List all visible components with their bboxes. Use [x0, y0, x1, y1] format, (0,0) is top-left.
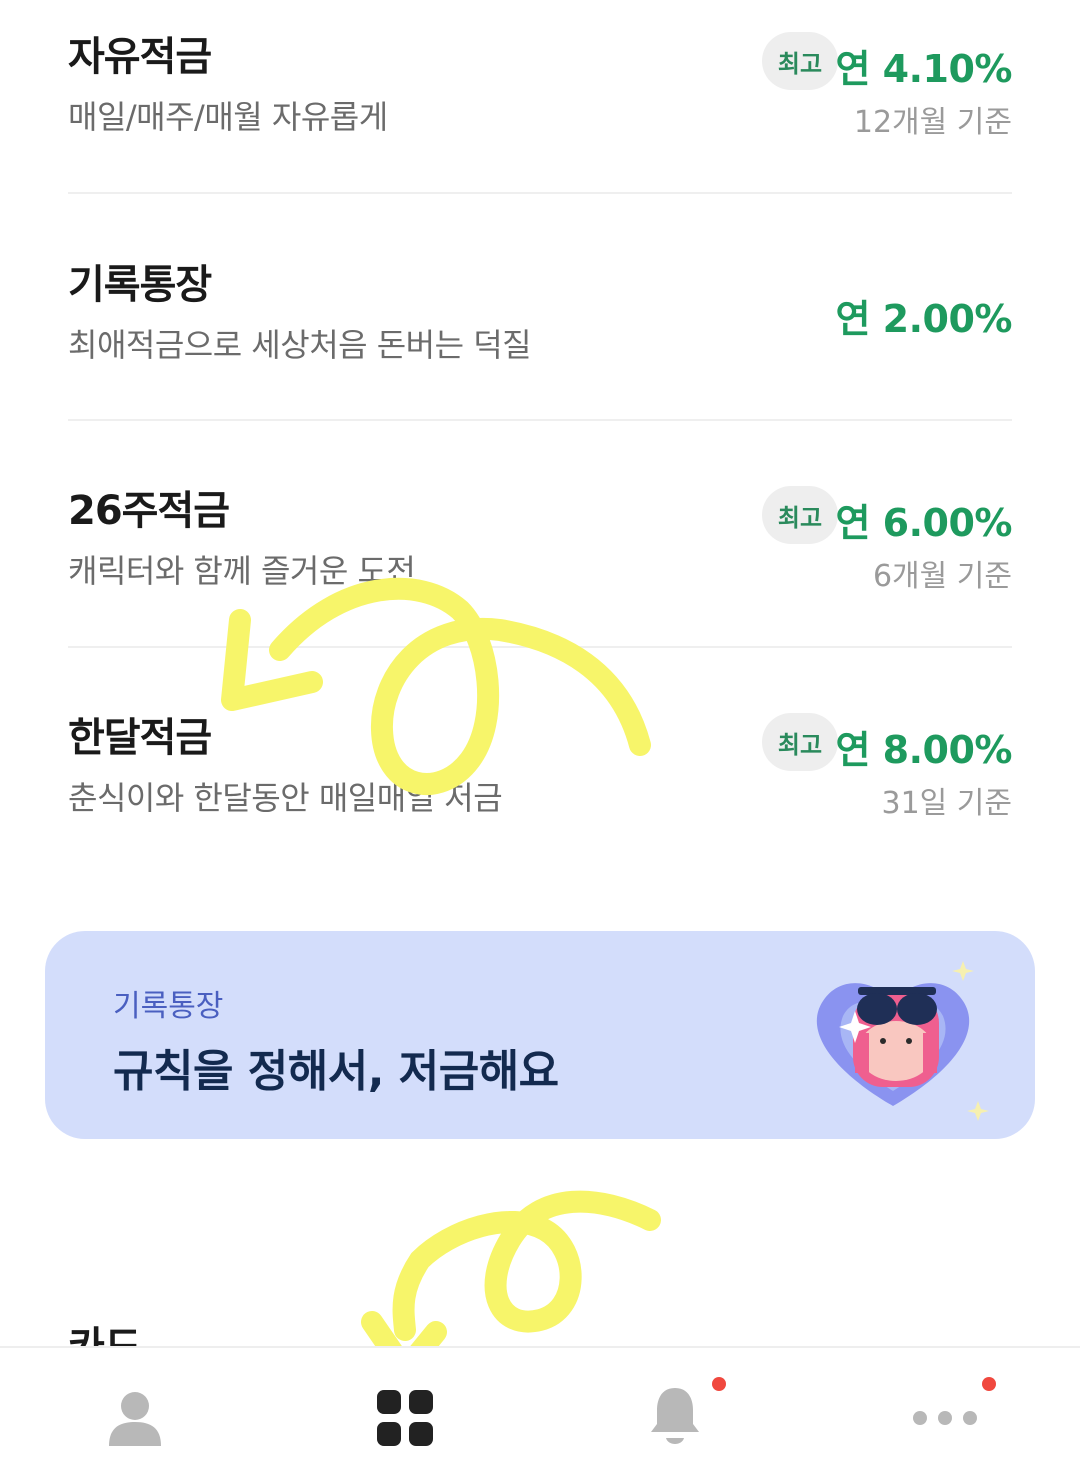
product-name: 26주적금	[68, 488, 230, 534]
product-item-one-month-savings[interactable]: 한달적금 춘식이와 한달동안 매일매일 저금 최고 연 8.00% 31일 기준	[68, 705, 1012, 825]
interest-rate: 연 4.10%	[835, 47, 1012, 91]
product-item-free-savings[interactable]: 자유적금 매일/매주/매월 자유롭게 최고 연 4.10% 12개월 기준	[68, 24, 1012, 144]
banner-title: 규칙을 정해서, 저금해요	[113, 1046, 559, 1097]
product-name: 자유적금	[68, 34, 212, 80]
product-item-record-account[interactable]: 기록통장 최애적금으로 세상처음 돈버는 덕질 연 2.00%	[68, 252, 1012, 372]
rate-basis: 6개월 기준	[872, 559, 1012, 594]
interest-rate: 연 6.00%	[835, 501, 1012, 545]
product-description: 캐릭터와 함께 즐거운 도전	[68, 552, 416, 590]
rate-basis: 12개월 기준	[853, 105, 1012, 140]
more-icon	[913, 1411, 977, 1425]
tab-profile[interactable]	[65, 1348, 205, 1469]
banner-subtitle: 기록통장	[113, 989, 224, 1024]
interest-rate: 연 8.00%	[835, 728, 1012, 772]
best-rate-badge: 최고	[762, 713, 838, 771]
best-rate-badge: 최고	[762, 486, 838, 544]
tab-products[interactable]	[335, 1348, 475, 1469]
divider	[68, 192, 1012, 194]
product-name: 기록통장	[68, 262, 212, 308]
record-account-banner[interactable]: 기록통장 규칙을 정해서, 저금해요	[45, 931, 1035, 1139]
divider	[68, 646, 1012, 648]
best-rate-badge: 최고	[762, 32, 838, 90]
product-description: 춘식이와 한달동안 매일매일 저금	[68, 779, 503, 817]
rate-basis: 31일 기준	[881, 786, 1012, 821]
divider	[68, 419, 1012, 421]
bell-icon	[651, 1388, 699, 1444]
person-icon	[109, 1392, 161, 1446]
interest-rate: 연 2.00%	[835, 297, 1012, 341]
tab-more[interactable]	[875, 1348, 1015, 1469]
grid-icon	[377, 1390, 433, 1446]
product-description: 매일/매주/매월 자유롭게	[68, 98, 388, 136]
product-description: 최애적금으로 세상처음 돈버는 덕질	[68, 326, 532, 364]
notification-dot	[982, 1377, 996, 1391]
product-name: 한달적금	[68, 715, 212, 761]
product-item-26week-savings[interactable]: 26주적금 캐릭터와 함께 즐거운 도전 최고 연 6.00% 6개월 기준	[68, 478, 1012, 598]
tab-notifications[interactable]	[605, 1348, 745, 1469]
notification-dot	[712, 1377, 726, 1391]
bottom-tab-bar	[0, 1346, 1080, 1469]
character-illustration	[816, 961, 989, 1121]
